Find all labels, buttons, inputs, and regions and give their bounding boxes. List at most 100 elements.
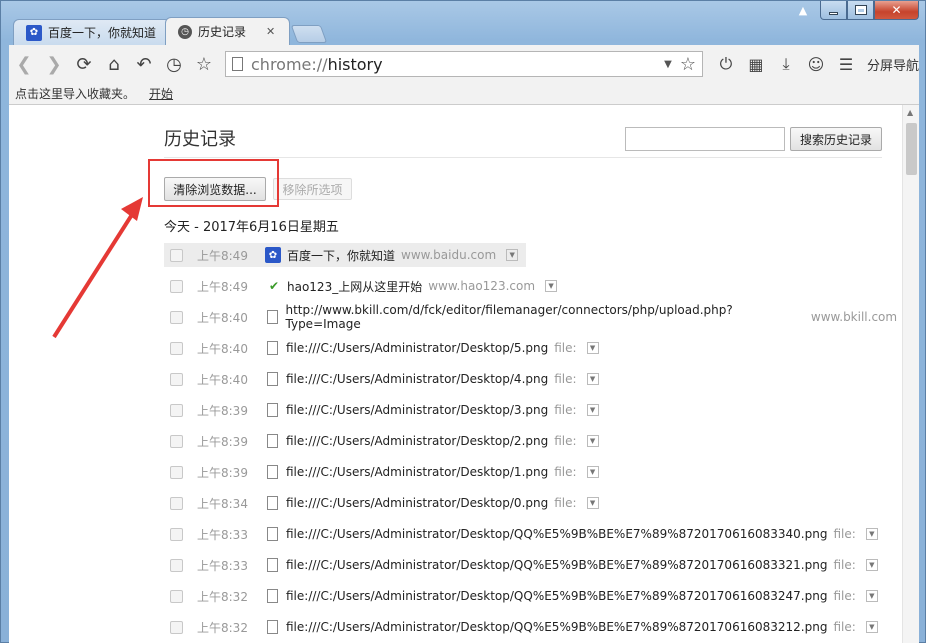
history-row[interactable]: 上午8:49 ✔ hao123_上网从这里开始 www.hao123.com ▼ bbox=[164, 274, 558, 298]
tab-close-icon[interactable]: ✕ bbox=[266, 25, 275, 38]
row-menu-icon[interactable]: ▼ bbox=[865, 559, 878, 571]
url-text[interactable]: chrome://history bbox=[251, 55, 664, 74]
row-checkbox[interactable] bbox=[170, 589, 183, 603]
domain-text[interactable]: file: bbox=[554, 372, 576, 386]
history-icon[interactable]: ◷ bbox=[159, 49, 189, 79]
reload-icon[interactable]: ⟳ bbox=[69, 49, 99, 79]
page-link[interactable]: file:///C:/Users/Administrator/Desktop/2… bbox=[286, 434, 548, 448]
domain-text[interactable]: file: bbox=[833, 589, 855, 603]
domain-text[interactable]: file: bbox=[554, 465, 576, 479]
scroll-thumb[interactable] bbox=[906, 123, 917, 175]
apps-icon[interactable]: ▦ bbox=[741, 49, 771, 79]
history-row[interactable]: 上午8:40 file:///C:/Users/Administrator/Des… bbox=[164, 367, 599, 391]
history-row[interactable]: 上午8:34 file:///C:/Users/Administrator/Des… bbox=[164, 491, 599, 515]
row-checkbox[interactable] bbox=[170, 434, 183, 448]
history-row[interactable]: 上午8:39 file:///C:/Users/Administrator/Des… bbox=[164, 398, 599, 422]
undo-icon[interactable]: ↶ bbox=[129, 49, 159, 79]
search-input[interactable] bbox=[625, 127, 785, 151]
history-row[interactable]: 上午8:33 file:///C:/Users/Administrator/Des… bbox=[164, 553, 878, 577]
history-row[interactable]: 上午8:40 file:///C:/Users/Administrator/Des… bbox=[164, 336, 599, 360]
domain-text[interactable]: file: bbox=[554, 434, 576, 448]
row-menu-icon[interactable]: ▼ bbox=[865, 621, 878, 633]
scroll-up-icon[interactable]: ▲ bbox=[907, 108, 913, 117]
dropdown-arrow-icon[interactable]: ▼ bbox=[664, 59, 672, 70]
tab-title: 历史记录 bbox=[198, 25, 247, 39]
page-link[interactable]: file:///C:/Users/Administrator/Desktop/Q… bbox=[286, 527, 827, 541]
domain-text[interactable]: file: bbox=[554, 496, 576, 510]
minimize-button[interactable] bbox=[820, 1, 847, 20]
row-menu-icon[interactable]: ▼ bbox=[586, 342, 599, 354]
row-checkbox[interactable] bbox=[170, 341, 183, 355]
domain-text[interactable]: file: bbox=[833, 527, 855, 541]
history-row[interactable]: 上午8:39 file:///C:/Users/Administrator/Des… bbox=[164, 460, 599, 484]
page-link[interactable]: file:///C:/Users/Administrator/Desktop/Q… bbox=[286, 558, 827, 572]
page-link[interactable]: file:///C:/Users/Administrator/Desktop/0… bbox=[286, 496, 548, 510]
address-bar[interactable]: chrome://history ▼ ☆ bbox=[225, 51, 703, 77]
history-row[interactable]: 上午8:32 file:///C:/Users/Administrator/Des… bbox=[164, 584, 878, 608]
page-link[interactable]: 百度一下，你就知道 bbox=[287, 247, 395, 264]
back-icon[interactable]: ❮ bbox=[9, 49, 39, 79]
row-checkbox[interactable] bbox=[170, 620, 183, 634]
row-menu-icon[interactable]: ▼ bbox=[586, 435, 599, 447]
domain-text[interactable]: www.bkill.com bbox=[811, 310, 897, 324]
row-menu-icon[interactable]: ▼ bbox=[545, 280, 558, 292]
row-checkbox[interactable] bbox=[170, 527, 183, 541]
history-row[interactable]: 上午8:32 file:///C:/Users/Administrator/Des… bbox=[164, 615, 878, 639]
page-link[interactable]: http://www.bkill.com/d/fck/editor/filema… bbox=[286, 303, 805, 331]
maximize-button[interactable] bbox=[847, 1, 874, 20]
row-checkbox[interactable] bbox=[170, 310, 183, 324]
account-icon[interactable]: ☺ bbox=[801, 49, 831, 79]
row-checkbox[interactable] bbox=[170, 403, 183, 417]
domain-text[interactable]: file: bbox=[833, 558, 855, 572]
forward-icon[interactable]: ❯ bbox=[39, 49, 69, 79]
history-row[interactable]: 上午8:33 file:///C:/Users/Administrator/Des… bbox=[164, 522, 878, 546]
favorite-star-icon[interactable]: ☆ bbox=[680, 54, 696, 75]
row-menu-icon[interactable]: ▼ bbox=[586, 404, 599, 416]
row-checkbox[interactable] bbox=[170, 558, 183, 572]
domain-text[interactable]: file: bbox=[833, 620, 855, 634]
page-link[interactable]: file:///C:/Users/Administrator/Desktop/4… bbox=[286, 372, 548, 386]
domain-text[interactable]: file: bbox=[554, 341, 576, 355]
row-menu-icon[interactable]: ▼ bbox=[586, 373, 599, 385]
menu-icon[interactable]: ☰ bbox=[831, 49, 861, 79]
start-link[interactable]: 开始 bbox=[149, 85, 173, 102]
scrollbar[interactable]: ▲ bbox=[902, 105, 919, 643]
row-checkbox[interactable] bbox=[170, 465, 183, 479]
search-history-button[interactable]: 搜索历史记录 bbox=[790, 127, 882, 151]
domain-text[interactable]: www.baidu.com bbox=[401, 248, 496, 262]
row-checkbox[interactable] bbox=[170, 248, 183, 262]
import-bookmarks-link[interactable]: 点击这里导入收藏夹。 bbox=[15, 85, 135, 102]
row-menu-icon[interactable]: ▼ bbox=[586, 497, 599, 509]
tab-baidu[interactable]: ✿ 百度一下，你就知道 bbox=[13, 19, 172, 45]
history-row[interactable]: 上午8:39 file:///C:/Users/Administrator/Des… bbox=[164, 429, 599, 453]
domain-text[interactable]: www.hao123.com bbox=[428, 279, 535, 293]
history-row[interactable]: 上午8:49 ✿ 百度一下，你就知道 www.baidu.com ▼ bbox=[164, 243, 527, 267]
tshirt-icon[interactable]: ▲ bbox=[790, 1, 816, 19]
remove-selected-button[interactable]: 移除所选项 bbox=[273, 178, 352, 200]
row-menu-icon[interactable]: ▼ bbox=[865, 528, 878, 540]
page-link[interactable]: file:///C:/Users/Administrator/Desktop/5… bbox=[286, 341, 548, 355]
row-checkbox[interactable] bbox=[170, 496, 183, 510]
download-icon[interactable]: ⤓ bbox=[771, 49, 801, 79]
power-icon[interactable]: ⏻ bbox=[711, 49, 741, 79]
split-nav-link[interactable]: 分屏导航 bbox=[867, 55, 919, 74]
row-menu-icon[interactable]: ▼ bbox=[506, 249, 519, 261]
visit-time: 上午8:33 bbox=[197, 527, 248, 542]
page-link[interactable]: file:///C:/Users/Administrator/Desktop/3… bbox=[286, 403, 548, 417]
tab-history[interactable]: ◷ 历史记录 ✕ bbox=[165, 17, 291, 45]
page-link[interactable]: file:///C:/Users/Administrator/Desktop/Q… bbox=[286, 620, 827, 634]
document-icon bbox=[267, 558, 278, 572]
history-row[interactable]: 上午8:40 http://www.bkill.com/d/fck/editor/… bbox=[164, 303, 919, 331]
page-link[interactable]: file:///C:/Users/Administrator/Desktop/1… bbox=[286, 465, 548, 479]
domain-text[interactable]: file: bbox=[554, 403, 576, 417]
new-tab-button[interactable] bbox=[290, 25, 328, 43]
page-link[interactable]: hao123_上网从这里开始 bbox=[287, 278, 422, 295]
row-checkbox[interactable] bbox=[170, 372, 183, 386]
bookmark-star-icon[interactable]: ☆ bbox=[189, 49, 219, 79]
page-link[interactable]: file:///C:/Users/Administrator/Desktop/Q… bbox=[286, 589, 827, 603]
row-checkbox[interactable] bbox=[170, 279, 183, 293]
row-menu-icon[interactable]: ▼ bbox=[586, 466, 599, 478]
home-icon[interactable]: ⌂ bbox=[99, 49, 129, 79]
close-window-button[interactable]: ✕ bbox=[874, 1, 919, 20]
row-menu-icon[interactable]: ▼ bbox=[865, 590, 878, 602]
